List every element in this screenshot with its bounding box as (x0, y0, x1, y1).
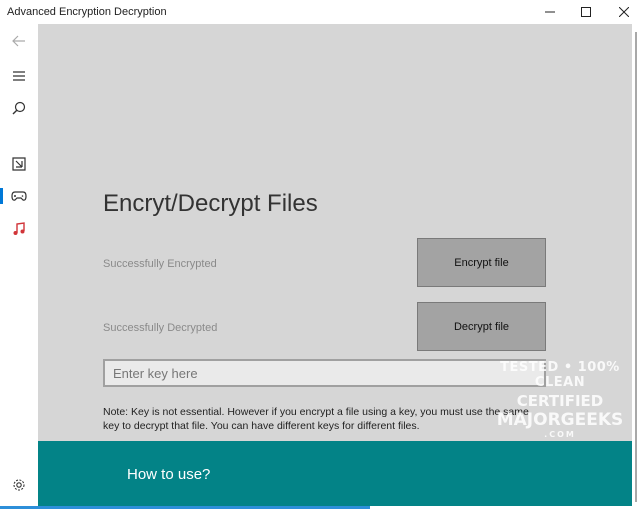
how-to-use-link[interactable]: How to use? (127, 466, 210, 483)
page-title: Encryt/Decrypt Files (103, 190, 318, 217)
gamepad-icon (11, 191, 27, 201)
app-window: Advanced Encryption Decryption Encryt/De… (0, 0, 640, 513)
nav-music-button[interactable] (0, 214, 38, 244)
title-bar: Advanced Encryption Decryption (0, 0, 640, 24)
bottom-accent-line (0, 506, 370, 509)
decrypt-file-button[interactable]: Decrypt file (417, 302, 546, 351)
nav-menu-button[interactable] (0, 61, 38, 91)
nav-file-button[interactable] (0, 149, 38, 179)
key-note: Note: Key is not essential. However if y… (103, 406, 529, 432)
nav-back-button[interactable] (0, 26, 38, 56)
gear-icon (13, 479, 25, 491)
nav-settings-button[interactable] (0, 470, 38, 500)
nav-rail (0, 24, 38, 513)
search-icon (12, 101, 26, 115)
encrypt-status-label: Successfully Encrypted (103, 258, 217, 270)
back-arrow-icon (12, 35, 25, 47)
nav-game-button[interactable] (0, 181, 38, 211)
close-icon (619, 7, 629, 17)
file-icon (12, 157, 26, 171)
scrollbar-thumb[interactable] (635, 32, 637, 502)
close-button[interactable] (604, 0, 640, 24)
key-input[interactable] (103, 359, 546, 387)
bottom-strip (370, 506, 632, 513)
footer-band: How to use? (38, 441, 632, 506)
decrypt-status-label: Successfully Decrypted (103, 322, 218, 334)
music-note-icon (13, 222, 25, 235)
main-content: Encryt/Decrypt Files Successfully Encryp… (38, 24, 632, 441)
maximize-button[interactable] (566, 0, 606, 24)
minimize-icon (545, 11, 555, 13)
vertical-scrollbar[interactable] (632, 24, 640, 513)
minimize-button[interactable] (530, 0, 570, 24)
encrypt-file-button[interactable]: Encrypt file (417, 238, 546, 287)
window-title: Advanced Encryption Decryption (7, 6, 167, 18)
maximize-icon (581, 7, 591, 17)
hamburger-menu-icon (13, 71, 25, 81)
nav-search-button[interactable] (0, 93, 38, 123)
